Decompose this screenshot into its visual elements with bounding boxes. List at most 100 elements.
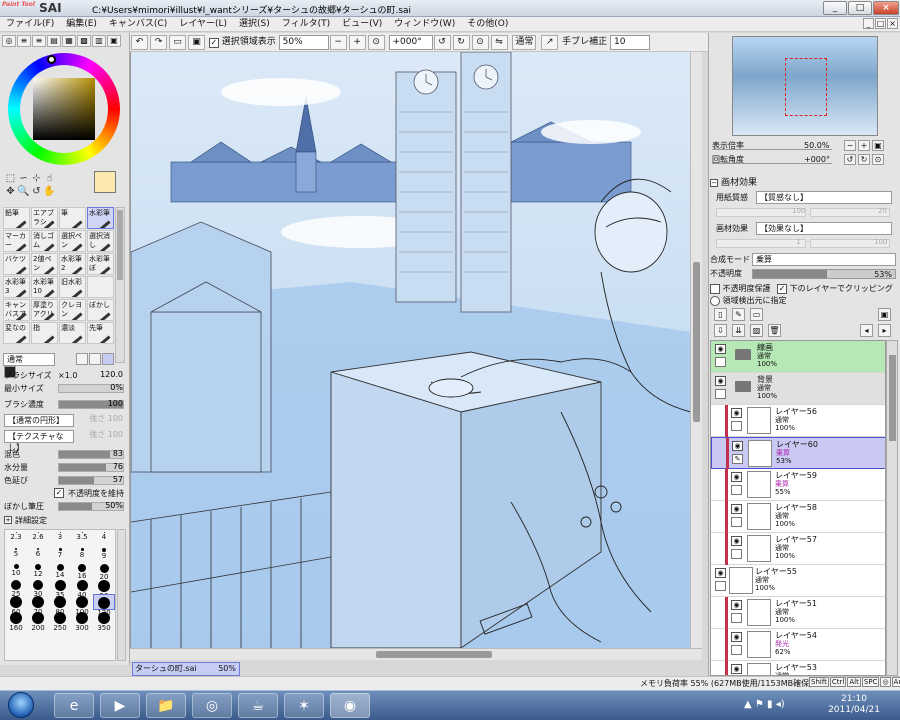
mix-row[interactable]: 混色 83 — [2, 449, 126, 460]
blur-pressure-row[interactable]: ぼかし筆圧 50% — [2, 501, 126, 512]
doc-restore-button[interactable]: □ — [875, 18, 886, 29]
brush-size-preset[interactable]: 14 — [49, 562, 71, 579]
hsv-slider-tab[interactable]: ≡ — [32, 35, 46, 47]
brush-tool-slot[interactable]: 変なの — [3, 322, 30, 344]
water-row[interactable]: 水分量 76 — [2, 462, 126, 473]
magic-wand-icon[interactable]: ⊹ — [30, 172, 43, 185]
brush-size-preset[interactable]: 160 — [5, 610, 27, 632]
nav-rotate-reset-button[interactable]: ⊙ — [872, 154, 884, 165]
hand-icon[interactable]: ✋ — [43, 185, 56, 198]
keep-opacity-checkbox[interactable]: ✓ — [54, 488, 64, 498]
brush-tool-slot[interactable]: マーカー — [3, 230, 30, 252]
brush-shape-soft-button[interactable] — [101, 353, 114, 365]
menu-filter[interactable]: フィルタ(T) — [276, 17, 336, 31]
brush-size-preset[interactable]: 7 — [49, 546, 71, 562]
layer-row[interactable]: ◉レイヤー53通常100% — [711, 661, 885, 675]
layer-lock-icon[interactable] — [731, 517, 742, 527]
move-icon[interactable]: ✥ — [4, 185, 17, 198]
minimize-button[interactable]: _ — [823, 1, 847, 15]
effects-collapse-icon[interactable]: − — [710, 178, 718, 187]
drawing-canvas[interactable] — [130, 52, 690, 648]
canvas-vertical-scrollbar[interactable] — [690, 52, 702, 648]
layer-row[interactable]: ◉ レイヤー56 通常 100% — [711, 405, 885, 437]
brush-size-preset[interactable]: 6 — [27, 546, 49, 562]
selection-source-radio[interactable] — [710, 295, 720, 306]
brush-tool-slot[interactable]: 選択消し — [87, 230, 114, 252]
app-star-icon[interactable]: ✶ — [284, 693, 324, 718]
java-icon[interactable]: ☕ — [238, 693, 278, 718]
brush-tool-slot[interactable]: 水彩筆ぼ — [87, 253, 114, 275]
layer-lock-icon[interactable] — [731, 549, 742, 559]
brush-tool-slot[interactable]: エアブラシ — [31, 207, 58, 229]
brush-tool-slot[interactable]: 先筆 — [87, 322, 114, 344]
maximize-button[interactable]: □ — [848, 1, 872, 15]
new-layer-icon[interactable]: ▯ — [714, 308, 727, 321]
layer-visibility-icon[interactable]: ◉ — [731, 664, 742, 674]
scratchpad-tab[interactable]: ▩ — [77, 35, 91, 47]
invert-selection-button[interactable]: ▣ — [188, 35, 205, 50]
brush-shape-dropdown[interactable]: 【通常の円形】 — [4, 414, 74, 427]
layer-lock-icon[interactable] — [731, 485, 742, 495]
brush-size-preset[interactable]: 250 — [49, 610, 71, 632]
navigator-viewport-frame[interactable] — [785, 58, 827, 116]
menu-select[interactable]: 選択(S) — [233, 17, 276, 31]
layer-lock-icon[interactable] — [715, 389, 726, 399]
layer-lock-icon[interactable] — [731, 613, 742, 623]
color-extend-row[interactable]: 色延び 57 — [2, 475, 126, 486]
layer-opacity-slider[interactable]: 53% — [752, 269, 896, 279]
brush-size-preset[interactable]: 70 — [27, 594, 49, 616]
paper-texture-dropdown[interactable]: 【質感なし】 — [756, 191, 892, 204]
protect-opacity-checkbox[interactable] — [710, 283, 720, 294]
brush-size-preset[interactable]: 12 — [27, 562, 49, 578]
merge-down-icon[interactable]: ⇊ — [732, 324, 745, 337]
brush-tool-slot[interactable]: バケツ — [3, 253, 30, 275]
menu-layer[interactable]: レイヤー(L) — [173, 17, 233, 31]
nav-zoom-fit-button[interactable]: ▣ — [872, 140, 884, 151]
doc-minimize-button[interactable]: _ — [863, 18, 874, 29]
redo-button[interactable]: ↷ — [150, 35, 167, 50]
layer-row[interactable]: ◉ レイヤー59 乗算 55% — [711, 469, 885, 501]
hue-cursor[interactable] — [47, 55, 56, 64]
saturation-value-square[interactable] — [33, 78, 95, 140]
zoom-dropdown[interactable]: 50% — [278, 35, 329, 50]
layer-lock-icon[interactable]: ✎ — [732, 454, 743, 464]
layer-visibility-icon[interactable]: ◉ — [731, 536, 742, 546]
brush-tool-slot[interactable]: 選択ペン — [59, 230, 86, 252]
layer-row[interactable]: ◉ レイヤー51 通常 100% — [711, 597, 885, 629]
brush-size-preset[interactable]: 80 — [49, 594, 71, 616]
layer-row[interactable]: ◉ レイヤー57 通常 100% — [711, 533, 885, 565]
canvas-horizontal-scrollbar[interactable] — [130, 648, 702, 660]
brush-tool-slot[interactable]: 指 — [31, 322, 58, 344]
brush-blend-dropdown[interactable]: 通常 — [3, 353, 55, 366]
brush-size-preset[interactable]: 3.5 — [71, 530, 93, 546]
nav-zoom-in-button[interactable]: + — [858, 140, 870, 151]
brush-size-preset[interactable]: 9 — [93, 546, 115, 562]
nav-rotate-right-button[interactable]: ↻ — [858, 154, 870, 165]
menu-canvas[interactable]: キャンバス(C) — [103, 17, 173, 31]
layer-visibility-icon[interactable]: ◉ — [715, 344, 726, 354]
menu-file[interactable]: ファイル(F) — [0, 17, 60, 31]
brush-size-preset[interactable]: 2.6 — [27, 530, 49, 546]
show-selection-checkbox[interactable]: ✓ — [208, 38, 219, 48]
brush-size-preset[interactable]: 100 — [71, 594, 93, 616]
layer-row[interactable]: ◉ 線画 通常 100% — [711, 341, 885, 373]
brush-shape-mid-button[interactable] — [88, 353, 101, 365]
brush-size-preset[interactable]: 60 — [5, 594, 27, 616]
brush-size-preset[interactable]: 50 — [93, 578, 115, 600]
layer-visibility-icon[interactable]: ◉ — [731, 504, 742, 514]
layer-row[interactable]: ◉ 背景 通常 100% — [711, 373, 885, 405]
undo-button[interactable]: ↶ — [131, 35, 148, 50]
layer-lock-icon[interactable] — [715, 357, 726, 367]
layer-lock-icon[interactable] — [731, 421, 742, 431]
rotate-left-button[interactable]: ↺ — [433, 35, 451, 50]
hand-pointer-icon[interactable]: ☝ — [43, 172, 56, 185]
min-size-row[interactable]: 最小サイズ 0% — [2, 383, 126, 394]
brush-shape-hard-button[interactable] — [75, 353, 88, 365]
brush-size-row[interactable]: ブラシサイズ ×1.0 120.0 — [2, 370, 126, 381]
brush-tool-slot[interactable]: クレヨン — [59, 299, 86, 321]
close-button[interactable]: × — [873, 1, 899, 15]
rotation-dropdown[interactable]: +000° — [388, 35, 433, 50]
doc-close-button[interactable]: × — [887, 18, 898, 29]
brush-tool-slot[interactable]: 筆 — [59, 207, 86, 229]
brush-size-preset[interactable]: 40 — [71, 578, 93, 599]
